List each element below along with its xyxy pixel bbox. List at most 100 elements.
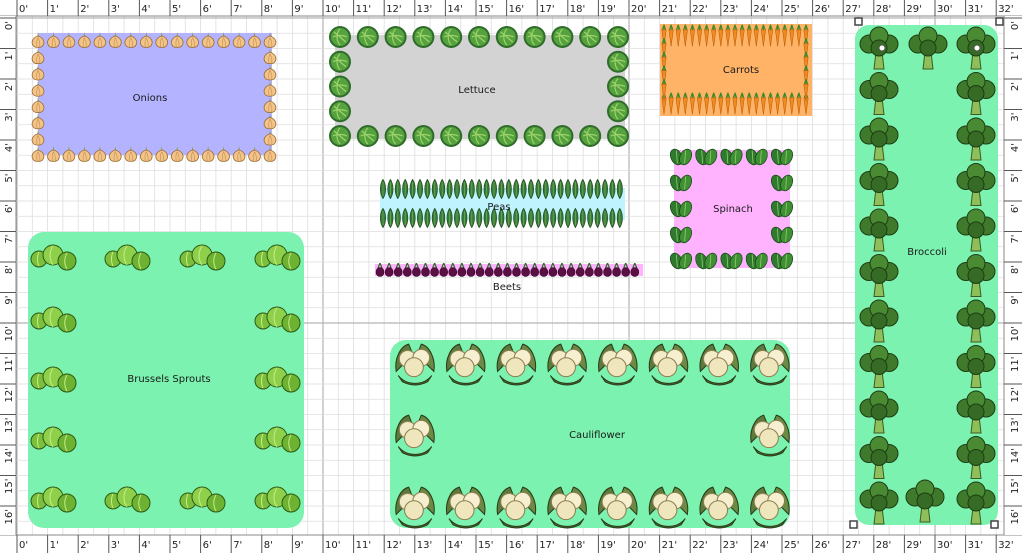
- lettuce-icon: [606, 50, 630, 74]
- pea-pod-icon: [439, 179, 446, 199]
- lettuce-icon: [439, 124, 463, 148]
- ruler-top-label: 17': [539, 4, 554, 15]
- ruler-right: 0' 1' 2' 3' 4' 5' 6' 7' 8' 9' 10' 11' 12' 13' 14' 15' 16…: [1003, 16, 1022, 535]
- pea-pod-icon: [602, 179, 608, 199]
- pea-pod-icon: [602, 208, 608, 228]
- ruler-top-label: 16': [509, 4, 524, 15]
- ruler-bottom-label: 1': [50, 540, 59, 551]
- ruler-left-label: 2': [4, 82, 15, 91]
- ruler-bottom-label: 31': [968, 540, 983, 551]
- ruler-right-label: 12': [1010, 387, 1021, 402]
- lettuce-icon: [411, 124, 435, 148]
- bed-carrots[interactable]: Carrots: [660, 24, 812, 116]
- pea-pod-icon: [542, 179, 549, 199]
- ruler-right-label: 9': [1010, 296, 1021, 305]
- ruler-bottom-label: 27': [845, 540, 860, 551]
- pea-pod-icon: [446, 179, 453, 199]
- ruler-left-label: 16': [4, 509, 15, 524]
- pea-pod-icon: [498, 179, 505, 199]
- pea-pod-icon: [572, 208, 579, 228]
- ruler-left-label: 5': [4, 174, 15, 183]
- pea-pod-icon: [380, 179, 386, 199]
- ruler-bottom-label: 11': [356, 540, 371, 551]
- pea-pod-icon: [468, 208, 475, 228]
- ruler-bottom-label: 30': [937, 540, 952, 551]
- ruler-bottom-label: 26': [815, 540, 830, 551]
- pea-pod-icon: [542, 208, 549, 228]
- lettuce-icon: [495, 124, 519, 148]
- ruler-bottom-label: 14': [447, 540, 462, 551]
- ruler-right-label: 0': [1010, 21, 1021, 30]
- lettuce-icon: [495, 25, 519, 49]
- ruler-right-label: 11': [1010, 357, 1021, 372]
- lettuce-icon: [578, 124, 602, 148]
- ruler-left-label: 12': [4, 387, 15, 402]
- bed-onions[interactable]: Onions: [31, 31, 277, 162]
- ruler-top-label: 14': [447, 4, 462, 15]
- lettuce-icon: [550, 25, 575, 49]
- ruler-right-label: 14': [1010, 448, 1021, 463]
- pea-pod-icon: [402, 179, 409, 199]
- ruler-top-label: 11': [356, 4, 371, 15]
- bed-broccoli[interactable]: Broccoli: [849, 17, 1004, 529]
- pea-pod-icon: [461, 208, 468, 228]
- ruler-top-label: 25': [784, 4, 799, 15]
- ruler-bottom-label: 28': [876, 540, 891, 551]
- ruler-top-label: 22': [692, 4, 707, 15]
- lettuce-icon: [522, 25, 547, 49]
- pea-pod-icon: [468, 179, 475, 199]
- lettuce-icon: [328, 50, 352, 74]
- ruler-top-label: 26': [815, 4, 830, 15]
- pea-pod-icon: [409, 208, 416, 228]
- lettuce-icon: [356, 25, 380, 49]
- bed-brussels-sprouts[interactable]: Brussels Sprouts: [28, 232, 304, 528]
- pea-pod-icon: [609, 179, 616, 199]
- ruler-right-label: 16': [1010, 509, 1021, 524]
- bed-spinach[interactable]: Spinach: [668, 146, 795, 272]
- pea-pod-icon: [579, 179, 586, 199]
- pea-pod-icon: [535, 208, 542, 228]
- garden-planner-canvas[interactable]: Onions Lettuce Carrots Peas Spinach Beet…: [0, 0, 1022, 553]
- ruler-top-label: 12': [386, 4, 401, 15]
- bed-peas-label: Peas: [487, 202, 510, 213]
- bed-beets[interactable]: Beets: [375, 263, 643, 293]
- bed-lettuce[interactable]: Lettuce: [328, 25, 630, 148]
- ruler-top-label: 5': [172, 4, 181, 15]
- ruler-right-label: 8': [1010, 265, 1021, 274]
- ruler-right-label: 15': [1010, 479, 1021, 494]
- lettuce-icon: [328, 99, 352, 123]
- ruler-top-label: 19': [600, 4, 615, 15]
- pea-pod-icon: [550, 179, 557, 199]
- ruler-top-label: 6': [203, 4, 212, 15]
- pea-pod-icon: [439, 208, 446, 228]
- pea-pod-icon: [557, 179, 564, 199]
- ruler-bottom-label: 17': [539, 540, 554, 551]
- ruler-right-label: 6': [1010, 204, 1021, 213]
- bed-cauliflower[interactable]: Cauliflower: [390, 340, 790, 529]
- pea-pod-icon: [476, 208, 483, 228]
- ruler-top-label: 1': [50, 4, 59, 15]
- ruler-top-label: 27': [845, 4, 860, 15]
- pea-pod-icon: [417, 208, 423, 228]
- lettuce-icon: [328, 124, 352, 148]
- garden-plan[interactable]: Onions Lettuce Carrots Peas Spinach Beet…: [0, 0, 1022, 553]
- ruler-left-label: 10': [4, 326, 15, 341]
- pea-pod-icon: [587, 179, 594, 199]
- ruler-bottom-label: 5': [172, 540, 181, 551]
- ruler-bottom-label: 4': [141, 540, 150, 551]
- lettuce-icon: [439, 25, 463, 49]
- pea-pod-icon: [417, 179, 423, 199]
- ruler-left-label: 11': [4, 357, 15, 372]
- pea-pod-icon: [387, 179, 394, 199]
- ruler-bottom-label: 9': [294, 540, 303, 551]
- ruler-bottom-label: 3': [111, 540, 120, 551]
- pea-pod-icon: [446, 208, 453, 228]
- ruler-bottom-label: 20': [631, 540, 646, 551]
- lettuce-icon: [328, 74, 352, 99]
- pea-pod-icon: [565, 208, 571, 228]
- ruler-left-label: 13': [4, 418, 15, 433]
- bed-peas[interactable]: Peas: [380, 179, 625, 228]
- pea-pod-icon: [616, 208, 623, 228]
- pea-pod-icon: [520, 179, 527, 199]
- bed-broccoli-label: Broccoli: [907, 247, 947, 258]
